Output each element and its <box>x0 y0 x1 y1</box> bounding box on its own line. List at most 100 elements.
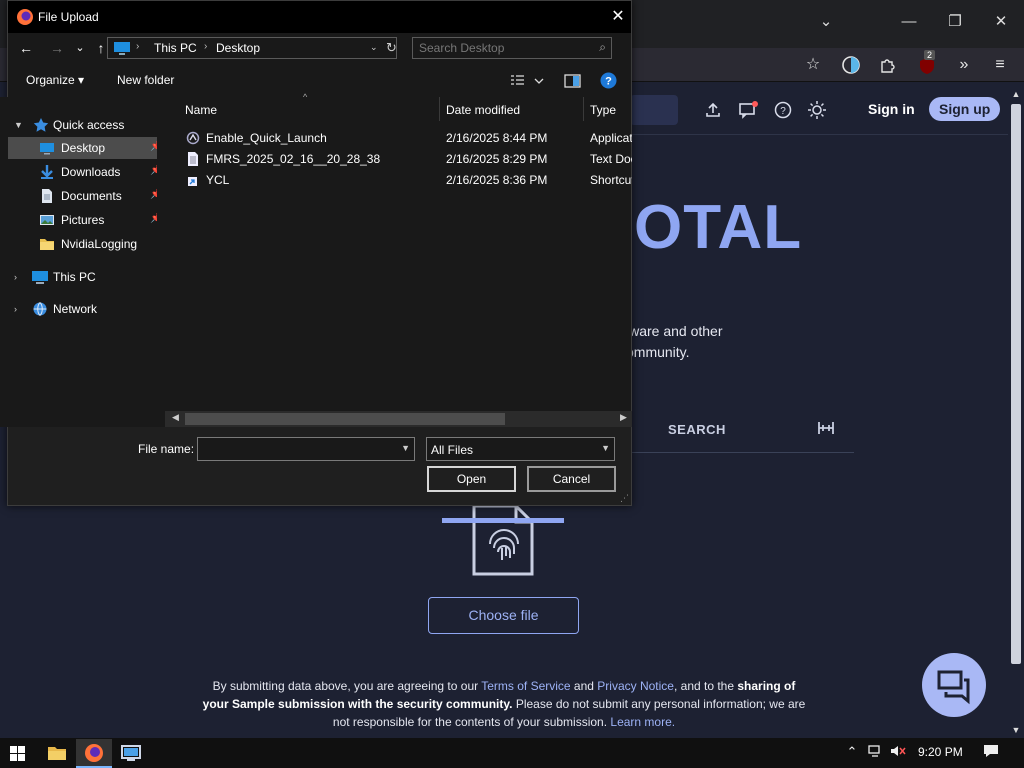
nav-this-pc[interactable]: This PC <box>53 270 96 284</box>
file-name-input[interactable] <box>202 441 392 457</box>
scroll-down-arrow-icon[interactable]: ▼ <box>1010 724 1022 736</box>
chat-support-button[interactable] <box>922 653 986 717</box>
forward-button[interactable]: → <box>46 38 68 58</box>
site-search-bar[interactable] <box>630 95 678 125</box>
documents-icon <box>39 188 55 204</box>
tray-chevron-icon[interactable]: ⌃ <box>843 743 861 761</box>
file-name-combobox[interactable]: ▼ <box>197 437 415 461</box>
learn-more-link[interactable]: Learn more. <box>610 715 675 729</box>
scroll-left-arrow-icon[interactable]: ◀ <box>172 412 179 423</box>
sign-in-link[interactable]: Sign in <box>868 101 915 117</box>
file-type: Application <box>590 131 632 145</box>
privacy-shield-icon[interactable] <box>838 54 864 76</box>
windows-start-icon[interactable] <box>0 739 36 768</box>
address-bar[interactable]: › This PC › Desktop ⌄ ↻ <box>107 37 397 59</box>
taskbar-clock[interactable]: 9:20 PM <box>918 745 963 759</box>
column-divider[interactable] <box>439 97 440 121</box>
column-header-name[interactable]: Name <box>185 103 217 117</box>
file-type-filter-value: All Files <box>431 443 474 457</box>
column-divider[interactable] <box>583 97 584 121</box>
cancel-button[interactable]: Cancel <box>527 466 616 492</box>
address-dropdown-chevron-icon[interactable]: ⌄ <box>370 42 378 53</box>
column-header-type[interactable]: Type <box>590 103 616 117</box>
nav-item-nvidialogging[interactable]: NvidiaLogging <box>8 233 163 255</box>
pictures-icon <box>39 212 55 228</box>
nav-item-label: NvidiaLogging <box>61 237 138 251</box>
breadcrumb-desktop[interactable]: Desktop <box>216 41 260 55</box>
resize-grip-icon[interactable]: ⋰ <box>620 493 629 504</box>
tabs-divider <box>632 452 854 453</box>
network-expand-chevron-icon[interactable]: › <box>14 304 17 314</box>
filter-dropdown-chevron-icon[interactable]: ▼ <box>601 443 610 453</box>
notifications-center-icon[interactable] <box>982 743 1000 761</box>
help-icon[interactable]: ? <box>600 72 617 89</box>
this-pc-expand-chevron-icon[interactable]: › <box>14 272 17 282</box>
help-question-icon[interactable]: ? <box>771 98 795 122</box>
theme-sun-icon[interactable] <box>805 98 829 122</box>
choose-file-button[interactable]: Choose file <box>428 597 579 634</box>
breadcrumb-separator-icon: › <box>204 41 208 52</box>
preview-pane-icon[interactable] <box>564 73 582 89</box>
nav-item-pictures[interactable]: Pictures 📌 <box>8 209 163 231</box>
horizontal-scrollbar-thumb[interactable] <box>185 413 505 425</box>
new-folder-button[interactable]: New folder <box>117 73 174 87</box>
nav-item-desktop[interactable]: Desktop 📌 <box>8 137 163 159</box>
firefox-taskbar-icon[interactable] <box>76 739 112 768</box>
extensions-puzzle-icon[interactable] <box>875 54 901 76</box>
refresh-icon[interactable]: ↻ <box>386 40 397 56</box>
breadcrumb-separator-icon: › <box>136 41 140 52</box>
organize-menu[interactable]: Organize ▾ <box>26 73 84 87</box>
nav-network[interactable]: Network <box>53 302 97 316</box>
file-row[interactable]: YCL 2/16/2025 8:36 PM Shortcut <box>176 170 632 190</box>
recent-locations-button[interactable]: ⌄ <box>69 38 91 58</box>
file-date: 2/16/2025 8:44 PM <box>446 131 548 145</box>
scroll-right-arrow-icon[interactable]: ▶ <box>620 412 627 423</box>
dialog-titlebar: File Upload ✕ <box>8 1 631 33</box>
close-window-button[interactable]: ✕ <box>985 8 1017 36</box>
privacy-notice-link[interactable]: Privacy Notice <box>597 679 674 693</box>
upload-icon[interactable] <box>701 98 725 122</box>
application-shortcut-icon <box>186 130 200 146</box>
minimize-button[interactable]: — <box>893 8 925 36</box>
maximize-button[interactable]: ❐ <box>939 8 971 36</box>
overflow-chevron-icon[interactable]: » <box>951 54 977 76</box>
dialog-close-button[interactable]: ✕ <box>604 3 632 31</box>
nav-item-documents[interactable]: Documents 📌 <box>8 185 163 207</box>
search-input[interactable] <box>419 40 589 56</box>
quick-access-star-icon <box>33 117 49 133</box>
hero-description: lware and other ommunity. <box>626 323 723 360</box>
file-row[interactable]: Enable_Quick_Launch 2/16/2025 8:44 PM Ap… <box>176 128 632 148</box>
file-explorer-folder-icon[interactable] <box>39 739 75 768</box>
file-row[interactable]: FMRS_2025_02_16__20_28_38 2/16/2025 8:29… <box>176 149 632 169</box>
desktop-folder-icon <box>39 140 55 156</box>
sign-up-button[interactable]: Sign up <box>929 97 1001 121</box>
breadcrumb-this-pc[interactable]: This PC <box>154 41 197 55</box>
menu-hamburger-icon[interactable]: ≡ <box>987 54 1013 76</box>
network-globe-icon <box>31 301 49 317</box>
tab-search[interactable]: SEARCH <box>668 422 726 437</box>
tab-list-button[interactable]: ⌄ <box>810 8 842 36</box>
volume-muted-icon[interactable] <box>889 743 907 761</box>
file-type-filter-select[interactable]: All Files ▼ <box>426 437 615 461</box>
column-header-date-modified[interactable]: Date modified <box>446 103 520 117</box>
network-tray-icon[interactable] <box>866 743 884 761</box>
this-pc-icon <box>113 41 131 55</box>
bookmark-star-icon[interactable]: ☆ <box>800 54 826 76</box>
nav-item-downloads[interactable]: Downloads 📌 <box>8 161 163 183</box>
page-scrollbar-thumb[interactable] <box>1011 104 1021 664</box>
nav-item-label: Desktop <box>61 141 106 155</box>
notifications-chat-icon[interactable] <box>736 98 760 122</box>
quick-access-expand-chevron-icon[interactable]: ▼ <box>14 120 23 130</box>
scroll-up-arrow-icon[interactable]: ▲ <box>1010 88 1022 100</box>
view-options-icon[interactable] <box>509 73 545 89</box>
terms-of-service-link[interactable]: Terms of Service <box>481 679 570 693</box>
search-field[interactable]: ⌕ <box>412 37 612 59</box>
nav-quick-access[interactable]: Quick access <box>53 118 124 132</box>
nav-item-label: Pictures <box>61 213 105 227</box>
file-name-dropdown-chevron-icon[interactable]: ▼ <box>401 443 410 453</box>
back-button[interactable]: ← <box>15 38 37 58</box>
vt-intelligence-icon[interactable] <box>816 419 836 442</box>
svg-text:?: ? <box>780 106 786 117</box>
remote-desktop-icon[interactable] <box>113 739 149 768</box>
open-button[interactable]: Open <box>427 466 516 492</box>
